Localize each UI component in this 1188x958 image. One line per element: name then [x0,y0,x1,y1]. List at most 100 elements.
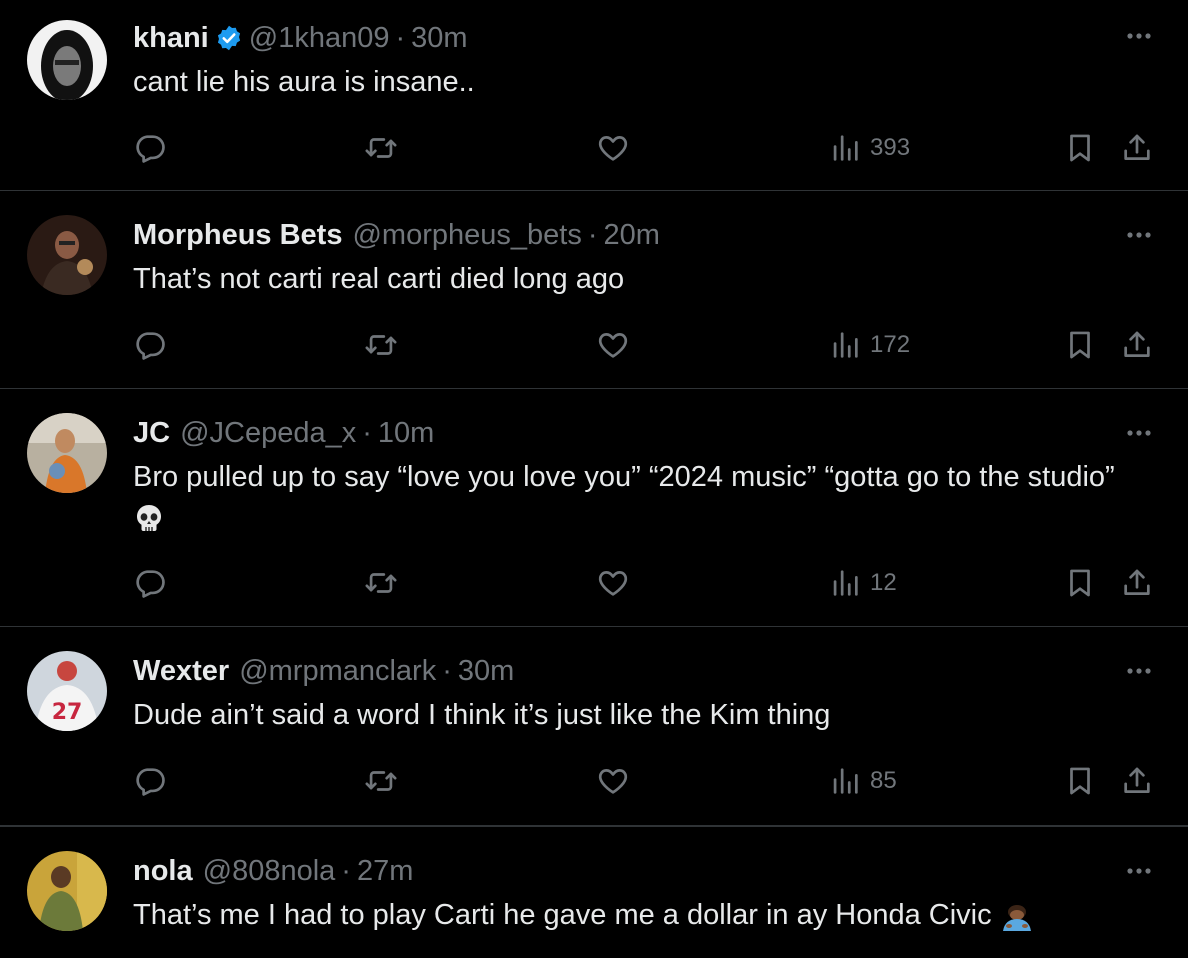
tweet[interactable]: JC @JCepeda_x · 10m Bro pulled up to say… [0,389,1188,627]
avatar-nola [27,851,107,931]
bookmark-button[interactable] [1063,763,1097,799]
avatar[interactable] [27,413,107,493]
separator: · [442,655,452,687]
more-options-icon[interactable] [1124,661,1154,681]
share-icon [1120,131,1154,165]
display-name[interactable]: khani [133,20,209,56]
bookmark-button[interactable] [1063,327,1097,363]
tweet-text: Bro pulled up to say “love you love you”… [133,461,1115,493]
avatar[interactable] [27,20,107,100]
handle[interactable]: @morpheus_bets [352,217,581,253]
share-button[interactable] [1120,763,1154,799]
tweet[interactable]: khani @1khan09 · 30m cant lie his aura i… [0,0,1188,191]
tweet-text: Dude ain’t said a word I think it’s just… [133,699,831,731]
tweet-header: nola @808nola · 27m [133,853,413,889]
like-button[interactable] [596,130,630,166]
heart-icon [596,764,630,798]
separator: · [395,22,406,54]
action-bar: 85 [133,763,1158,799]
views-button[interactable]: 12 [828,565,897,601]
tweet-header: khani @1khan09 · 30m [133,20,468,56]
share-button[interactable] [1120,130,1154,166]
like-button[interactable] [596,565,630,601]
retweet-icon [364,566,398,600]
bookmark-icon [1063,131,1097,165]
views-icon [828,566,862,600]
reply-icon [133,764,167,798]
share-button[interactable] [1120,565,1154,601]
retweet-button[interactable] [364,565,398,601]
avatar-wexter: 27 [27,651,107,731]
bookmark-button[interactable] [1063,130,1097,166]
timestamp[interactable]: 30m [411,20,467,56]
tweet-header: Wexter @mrpmanclark · 30m [133,653,514,689]
reply-button[interactable] [133,763,167,799]
tweet-header: Morpheus Bets @morpheus_bets · 20m [133,217,660,253]
avatar[interactable]: 27 [27,651,107,731]
views-count: 85 [870,767,897,794]
like-button[interactable] [596,327,630,363]
avatar-khani [27,20,107,100]
views-count: 12 [870,569,897,596]
avatar[interactable] [27,215,107,295]
tweet[interactable]: nola @808nola · 27m That’s me I had to p… [0,826,1188,958]
display-name[interactable]: Morpheus Bets [133,217,342,253]
svg-text:27: 27 [52,700,83,725]
share-icon [1120,566,1154,600]
action-bar: 393 [133,130,1158,166]
bookmark-button[interactable] [1063,565,1097,601]
display-name[interactable]: JC [133,415,170,451]
timestamp[interactable]: 30m [458,653,514,689]
bookmark-icon [1063,764,1097,798]
handle[interactable]: @mrpmanclark [239,653,436,689]
more-options-icon[interactable] [1124,423,1154,443]
timestamp[interactable]: 20m [604,217,660,253]
tweet-header: JC @JCepeda_x · 10m [133,415,434,451]
reply-button[interactable] [133,327,167,363]
more-options-icon[interactable] [1124,861,1154,881]
handle[interactable]: @1khan09 [249,20,390,56]
bookmark-icon [1063,566,1097,600]
reply-button[interactable] [133,565,167,601]
share-icon [1120,764,1154,798]
views-count: 393 [870,134,911,161]
views-icon [828,328,862,362]
tweet[interactable]: Morpheus Bets @morpheus_bets · 20m That’… [0,191,1188,389]
retweet-icon [364,131,398,165]
more-options-icon[interactable] [1124,26,1154,46]
tweet-text: cant lie his aura is insane.. [133,66,475,98]
heart-icon [596,328,630,362]
tweet-text-block: That’s me I had to play Carti he gave me… [133,895,1128,935]
retweet-button[interactable] [364,130,398,166]
share-icon [1120,328,1154,362]
separator: · [341,855,351,887]
retweet-button[interactable] [364,763,398,799]
heart-icon [596,131,630,165]
tweet-text: That’s not carti real carti died long ag… [133,263,625,295]
retweet-icon [364,328,398,362]
reply-icon [133,328,167,362]
share-button[interactable] [1120,327,1154,363]
handle[interactable]: @JCepeda_x [180,415,356,451]
action-bar: 12 [133,565,1158,601]
display-name[interactable]: nola [133,853,193,889]
views-button[interactable]: 85 [828,763,897,799]
reply-icon [133,566,167,600]
views-icon [828,764,862,798]
views-button[interactable]: 393 [828,130,910,166]
like-button[interactable] [596,763,630,799]
handle[interactable]: @808nola [203,853,336,889]
display-name[interactable]: Wexter [133,653,229,689]
tweet[interactable]: 27 Wexter @mrpmanclark · 30m Dude ain’t … [0,627,1188,826]
avatar[interactable] [27,851,107,931]
reply-icon [133,131,167,165]
reply-button[interactable] [133,130,167,166]
skull-emoji-icon [137,505,161,532]
retweet-button[interactable] [364,327,398,363]
views-button[interactable]: 172 [828,327,910,363]
timestamp[interactable]: 27m [357,853,413,889]
separator: · [362,417,372,449]
avatar-jc [27,413,107,493]
timestamp[interactable]: 10m [378,415,434,451]
more-options-icon[interactable] [1124,225,1154,245]
